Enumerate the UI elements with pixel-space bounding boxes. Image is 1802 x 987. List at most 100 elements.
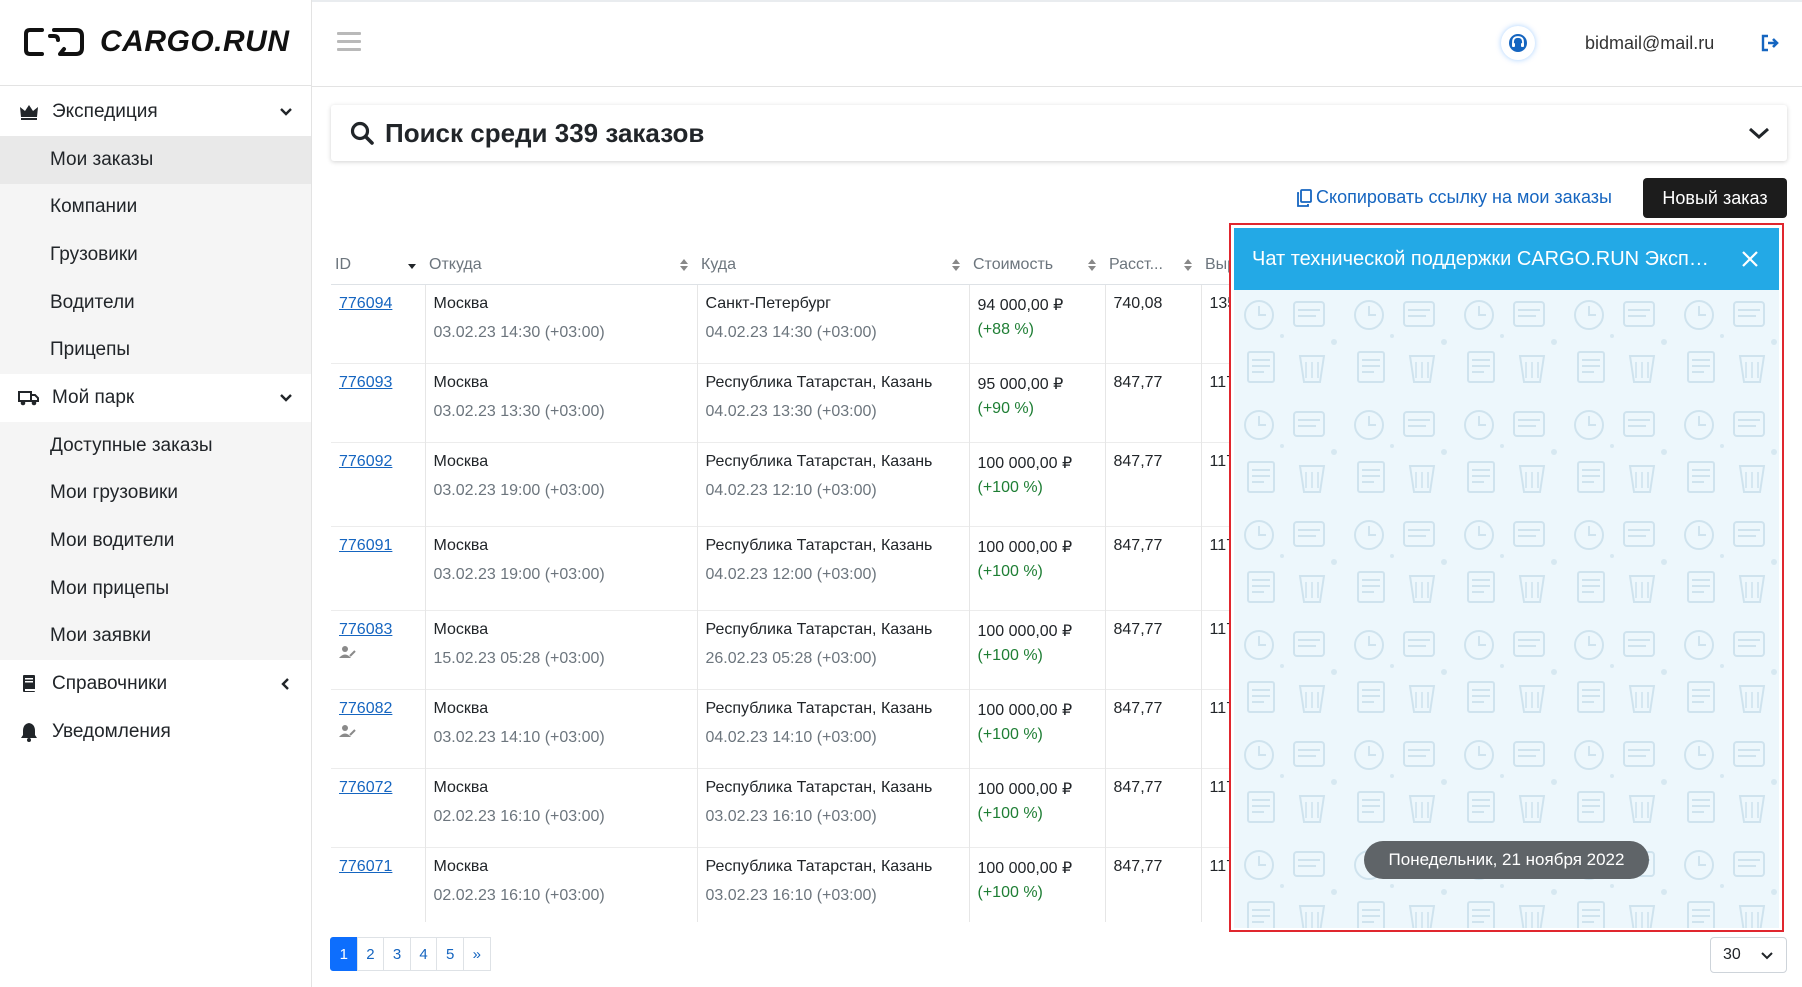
logout-icon[interactable]: [1760, 33, 1780, 53]
chat-date-badge: Понедельник, 21 ноября 2022: [1364, 841, 1649, 879]
price-value: 100 000,00 ₽: [977, 622, 1073, 640]
sidebar-item-drivers[interactable]: Водители: [0, 278, 311, 327]
user-email[interactable]: bidmail@mail.ru: [1585, 33, 1714, 54]
from-date: 15.02.23 05:28 (+03:00): [433, 649, 605, 667]
order-id-link[interactable]: 776083: [339, 621, 392, 638]
page-button[interactable]: 2: [356, 937, 385, 971]
from-city: Москва: [433, 452, 489, 470]
menu-toggle-button[interactable]: [337, 32, 361, 52]
column-header-price[interactable]: Стоимость: [969, 246, 1105, 285]
to-city: Республика Татарстан, Казань: [705, 373, 933, 391]
column-header-revenue[interactable]: Выра: [1201, 246, 1231, 285]
order-id-link[interactable]: 776092: [339, 453, 392, 470]
cell-from: Москва 02.02.23 16:10 (+03:00): [425, 768, 698, 847]
order-id-link[interactable]: 776082: [339, 700, 392, 717]
page-button[interactable]: 3: [383, 937, 411, 971]
cell-id: 776072: [331, 768, 426, 847]
sidebar-group-expedition[interactable]: Экспедиция: [0, 88, 311, 136]
sidebar-item-my-trailers[interactable]: Мои прицепы: [0, 564, 311, 613]
price-percent: (+100 %): [977, 562, 1043, 580]
price-percent: (+90 %): [977, 399, 1034, 417]
order-id-link[interactable]: 776071: [339, 858, 392, 875]
order-id-link[interactable]: 776091: [339, 537, 392, 554]
crown-icon: [18, 101, 40, 123]
sidebar-item-available-orders[interactable]: Доступные заказы: [0, 421, 311, 470]
table-row[interactable]: 776083 Москва 15.02.23 05:28 (+03:00) Респу…: [331, 610, 1231, 689]
sidebar-group-references[interactable]: Справочники: [0, 660, 311, 708]
from-city: Москва: [433, 699, 489, 717]
sidebar-item-trailers[interactable]: Прицепы: [0, 326, 311, 374]
from-city: Москва: [433, 294, 489, 312]
sidebar-item-my-trucks[interactable]: Мои грузовики: [0, 469, 311, 518]
order-id-link[interactable]: 776094: [339, 295, 392, 312]
user-edit-icon: [339, 645, 356, 658]
cell-from: Москва 03.02.23 13:30 (+03:00): [425, 363, 698, 442]
search-panel[interactable]: Поиск среди 339 заказов: [331, 105, 1787, 161]
bell-icon: [18, 721, 40, 743]
table-row[interactable]: 776091 Москва 03.02.23 19:00 (+03:00) Респу…: [331, 526, 1231, 610]
table-row[interactable]: 776071 Москва 02.02.23 16:10 (+03:00) Респу…: [331, 847, 1231, 922]
cell-revenue: 117,9: [1201, 847, 1232, 922]
table-row[interactable]: 776082 Москва 03.02.23 14:10 (+03:00) Респу…: [331, 689, 1231, 768]
order-id-link[interactable]: 776093: [339, 374, 392, 391]
column-header-id[interactable]: ID: [331, 246, 425, 285]
divider: [0, 85, 312, 86]
table-row[interactable]: 776072 Москва 02.02.23 16:10 (+03:00) Респу…: [331, 768, 1231, 847]
sidebar-item-my-drivers[interactable]: Мои водители: [0, 517, 311, 565]
price-value: 100 000,00 ₽: [977, 538, 1073, 556]
to-date: 04.02.23 12:00 (+03:00): [705, 565, 877, 583]
new-order-button[interactable]: Новый заказ: [1643, 178, 1787, 218]
sort-icon: [1088, 259, 1096, 271]
column-header-distance[interactable]: Расст...: [1105, 246, 1201, 285]
cell-revenue: 117,9: [1201, 526, 1232, 610]
cell-id: 776092: [331, 442, 426, 526]
revenue-value: 117,9: [1209, 620, 1232, 638]
to-city: Санкт-Петербург: [705, 294, 831, 312]
price-value: 100 000,00 ₽: [977, 701, 1073, 719]
cell-id: 776082: [331, 689, 426, 768]
sidebar-group-my-park[interactable]: Мой парк: [0, 374, 311, 422]
sidebar-item-my-orders[interactable]: Мои заказы: [0, 136, 311, 184]
chevron-down-icon[interactable]: [1747, 123, 1771, 143]
table-header-row: ID Откуда Куда Стоимость Расст... Выра: [331, 246, 1231, 285]
hamburger-line: [337, 40, 361, 43]
logo[interactable]: CARGO.RUN: [24, 22, 290, 62]
order-id-link[interactable]: 776072: [339, 779, 392, 796]
support-chat-button[interactable]: [1501, 26, 1535, 60]
header-divider: [312, 86, 1802, 87]
hamburger-line: [337, 32, 361, 35]
search-title: Поиск среди 339 заказов: [385, 117, 705, 148]
column-header-to[interactable]: Куда: [697, 246, 969, 285]
logo-text: CARGO.RUN: [100, 25, 290, 58]
page-button[interactable]: 5: [436, 937, 464, 971]
table-row[interactable]: 776094 Москва 03.02.23 14:30 (+03:00) Санкт…: [331, 284, 1231, 363]
copy-link-button[interactable]: Скопировать ссылку на мои заказы: [1296, 187, 1612, 208]
next-page-button[interactable]: »: [462, 937, 491, 971]
chevron-down-icon: [280, 394, 292, 402]
page-button[interactable]: 4: [409, 937, 438, 971]
cell-from: Москва 03.02.23 14:30 (+03:00): [425, 284, 698, 363]
sidebar-item-my-requests[interactable]: Мои заявки: [0, 612, 311, 660]
cell-to: Республика Татарстан, Казань 04.02.23 12:…: [697, 442, 970, 526]
chevron-down-icon: [1761, 952, 1773, 960]
distance-value: 847,77: [1113, 373, 1163, 391]
table-row[interactable]: 776092 Москва 03.02.23 19:00 (+03:00) Респу…: [331, 442, 1231, 526]
from-date: 03.02.23 19:00 (+03:00): [433, 481, 605, 499]
sidebar-item-companies[interactable]: Компании: [0, 183, 311, 232]
sidebar-group-notifications[interactable]: Уведомления: [0, 708, 311, 756]
price-value: 94 000,00 ₽: [977, 296, 1064, 314]
revenue-value: 117,9: [1209, 778, 1232, 796]
cell-price: 100 000,00 ₽ (+100 %): [969, 526, 1106, 610]
cell-to: Санкт-Петербург 04.02.23 14:30 (+03:00): [697, 284, 970, 363]
page-size-select[interactable]: 30: [1710, 937, 1787, 973]
sidebar-item-trucks[interactable]: Грузовики: [0, 231, 311, 279]
cell-revenue: 117,9: [1201, 442, 1232, 526]
cell-to: Республика Татарстан, Казань 03.02.23 16:…: [697, 847, 970, 922]
column-header-from[interactable]: Откуда: [425, 246, 697, 285]
page-button[interactable]: 1: [330, 937, 358, 971]
table-row[interactable]: 776093 Москва 03.02.23 13:30 (+03:00) Респу…: [331, 363, 1231, 442]
sidebar-group-label: Справочники: [52, 672, 168, 694]
cell-revenue: 117,9: [1201, 363, 1232, 442]
close-icon[interactable]: [1739, 248, 1761, 270]
cell-distance: 847,77: [1105, 768, 1202, 847]
